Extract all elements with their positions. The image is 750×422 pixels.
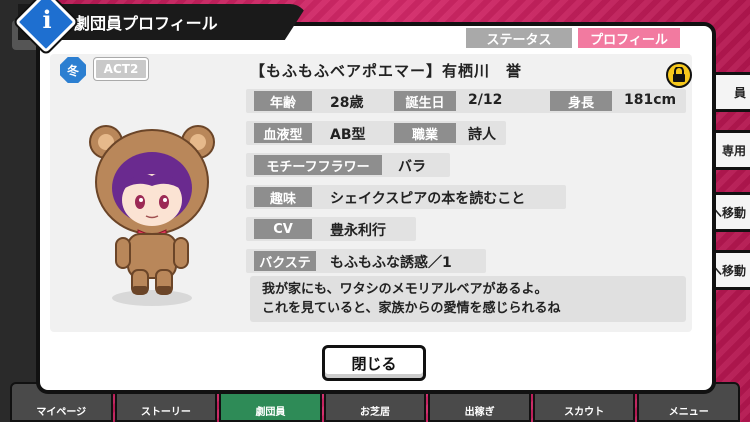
profile-description: 我が家にも、ワタシのメモリアルベアがあるよ。 これを見ていると、家族からの愛情を… [250, 276, 686, 322]
description-line-2: これを見ていると、家族からの愛情を感じられるね [262, 301, 561, 316]
background-left-panel [0, 0, 42, 422]
motif-flower-label: モチーフフラワー [254, 155, 382, 175]
age-label: 年齢 [254, 91, 312, 111]
info-icon-glyph: i [42, 5, 52, 34]
height-value: 181cm [624, 92, 677, 108]
character-name: 【もふもふベアポエマー】有栖川 誉 [250, 62, 523, 80]
age-value: 28歳 [330, 95, 364, 111]
dialog-title: 劇団員プロフィール [74, 14, 218, 33]
cv-value: 豊永利行 [330, 223, 386, 239]
backstage-label: バクステ [254, 251, 316, 271]
row-blood-job: 血液型 AB型 職業 詩人 [246, 121, 506, 145]
cv-label: CV [254, 219, 312, 239]
tab-status[interactable]: ステータス [466, 28, 572, 48]
row-cv: CV 豊永利行 [246, 217, 416, 241]
row-hobby: 趣味 シェイクスピアの本を読むこと [246, 185, 566, 209]
birthday-value: 2/12 [468, 92, 503, 108]
blood-type-label: 血液型 [254, 123, 312, 143]
backstage-value: もふもふな誘惑／1 [330, 255, 452, 271]
row-motif-flower: モチーフフラワー バラ [246, 153, 450, 177]
description-line-1: 我が家にも、ワタシのメモリアルベアがあるよ。 [262, 282, 548, 297]
season-badge: 冬 [60, 57, 86, 83]
job-value: 詩人 [468, 127, 496, 143]
act-badge: ACT2 [94, 58, 148, 80]
birthday-label: 誕生日 [394, 91, 456, 111]
blood-type-value: AB型 [330, 127, 366, 143]
close-button[interactable]: 閉じる [322, 345, 426, 381]
character-chibi-image [89, 125, 215, 306]
row-backstage: バクステ もふもふな誘惑／1 [246, 249, 486, 273]
row-basic-info: 年齢 28歳 誕生日 2/12 身長 181cm [246, 89, 686, 113]
hobby-value: シェイクスピアの本を読むこと [330, 191, 526, 207]
hobby-label: 趣味 [254, 187, 312, 207]
lock-icon[interactable] [666, 62, 692, 88]
job-label: 職業 [394, 123, 456, 143]
motif-flower-value: バラ [398, 159, 426, 175]
tab-profile[interactable]: プロフィール [578, 28, 680, 48]
height-label: 身長 [550, 91, 612, 111]
